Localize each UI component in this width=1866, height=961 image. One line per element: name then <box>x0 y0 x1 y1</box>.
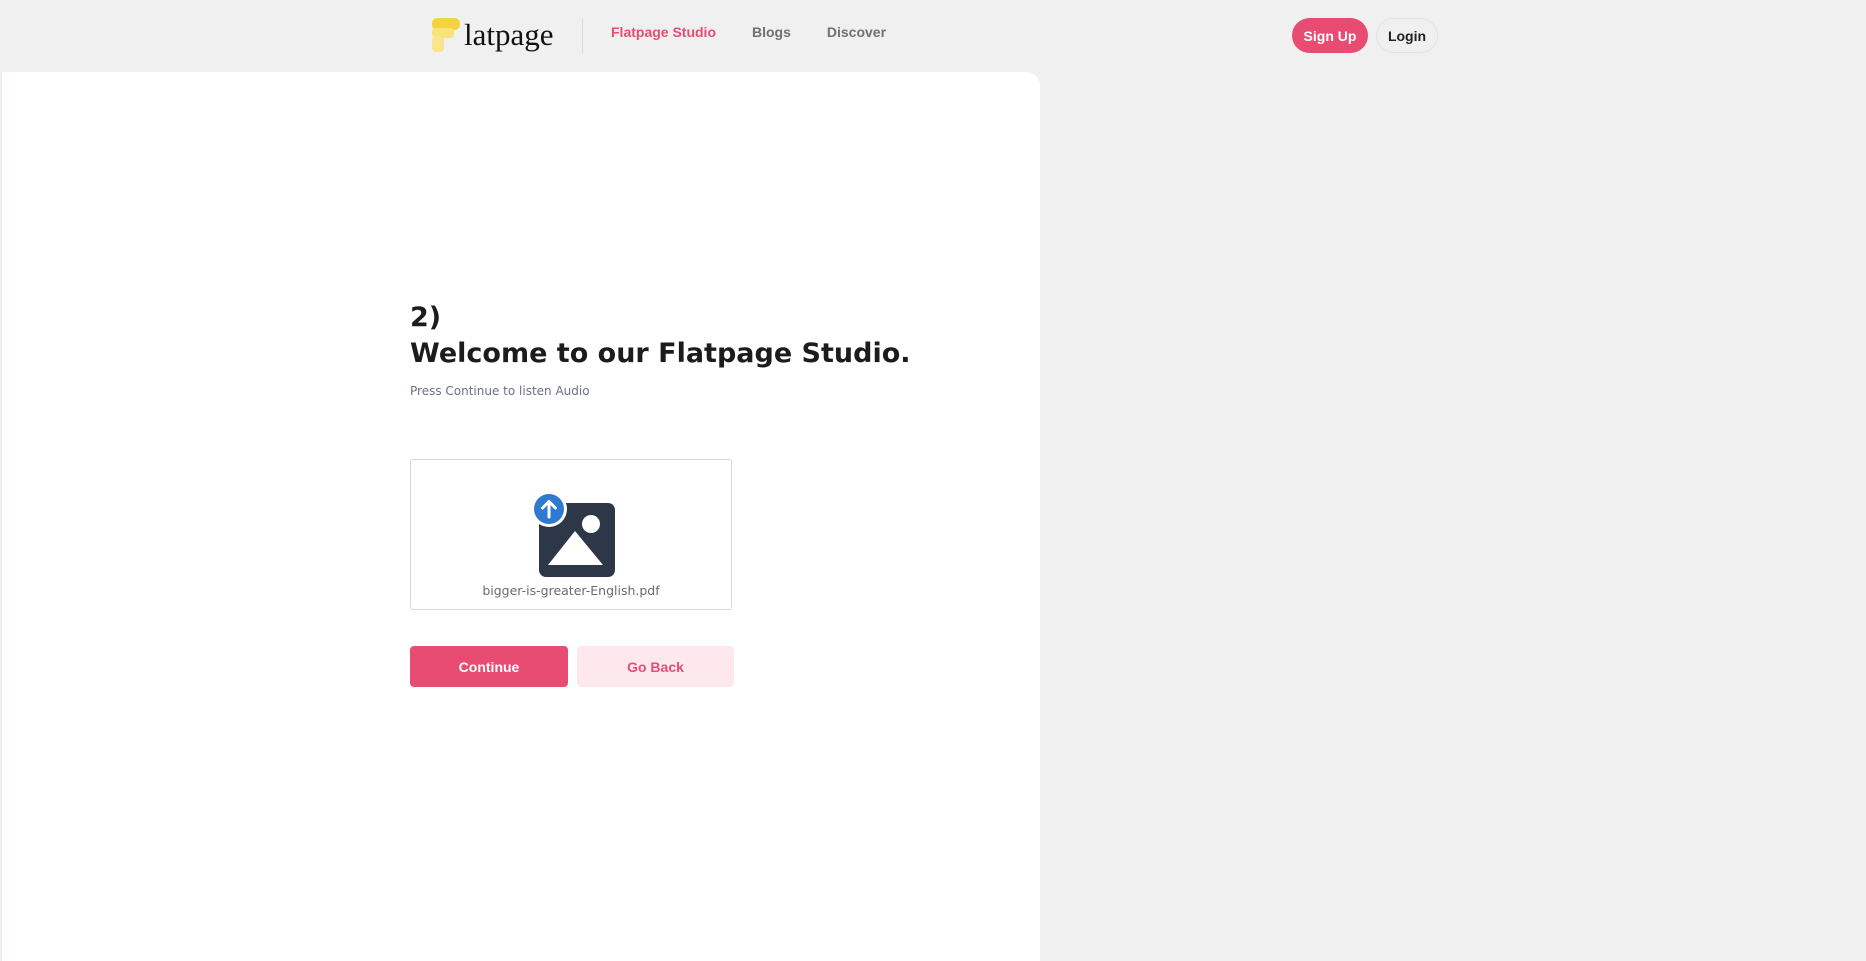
main-nav: Flatpage Studio Blogs Discover <box>611 24 886 40</box>
nav-link-flatpage-studio[interactable]: Flatpage Studio <box>611 24 716 40</box>
logo-text: latpage <box>464 17 554 52</box>
top-navbar: latpage Flatpage Studio Blogs Discover S… <box>0 0 1866 72</box>
file-upload-dropzone[interactable]: bigger-is-greater-English.pdf <box>410 459 732 610</box>
go-back-button[interactable]: Go Back <box>577 646 734 687</box>
uploaded-file-name: bigger-is-greater-English.pdf <box>482 583 660 598</box>
login-button[interactable]: Login <box>1376 18 1438 53</box>
image-upload-icon <box>531 491 615 577</box>
nav-divider <box>582 19 583 53</box>
brand-logo[interactable]: latpage <box>432 18 554 52</box>
page-title: Welcome to our Flatpage Studio. <box>410 338 911 369</box>
page-subtitle: Press Continue to listen Audio <box>410 384 590 398</box>
continue-button[interactable]: Continue <box>410 646 568 687</box>
nav-link-blogs[interactable]: Blogs <box>752 24 791 40</box>
nav-link-discover[interactable]: Discover <box>827 24 886 40</box>
step-number: 2) <box>410 302 442 333</box>
signup-button[interactable]: Sign Up <box>1292 18 1368 53</box>
flatpage-logo-icon <box>432 18 462 52</box>
